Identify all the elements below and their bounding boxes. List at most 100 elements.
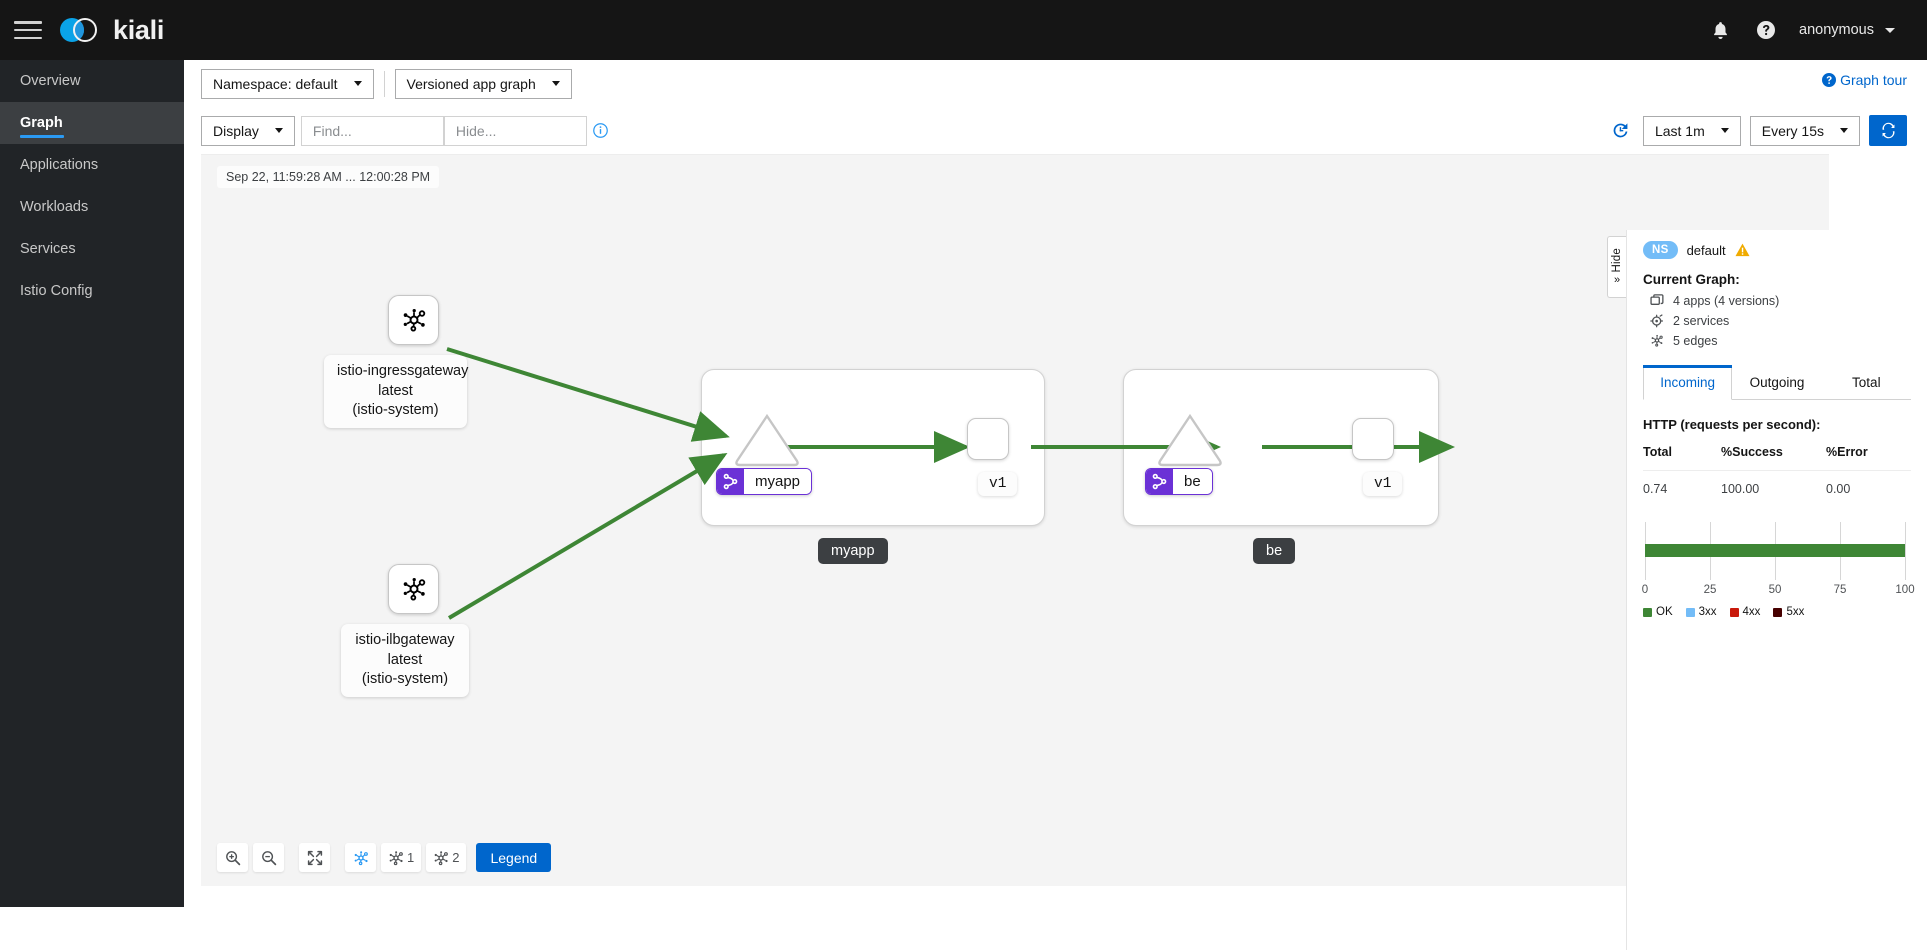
virtual-service-route-icon <box>717 469 744 494</box>
stat-services: 2 services <box>1643 314 1911 328</box>
graph-type-select[interactable]: Versioned app graph <box>394 68 572 99</box>
version-label-be-v1: v1 <box>1363 472 1403 496</box>
display-select[interactable]: Display <box>201 115 295 146</box>
http-status-bar-chart: 0 25 50 75 100 OK 3xx 4xx 5xx <box>1642 522 1915 618</box>
legend-item-4xx[interactable]: 4xx <box>1729 606 1761 618</box>
namespace-header: NS default <box>1643 230 1911 272</box>
metric-value-total: 0.74 <box>1643 470 1721 496</box>
graph-toolbar-primary: Namespace: default Versioned app graph G… <box>184 60 1927 107</box>
sidebar-item-workloads[interactable]: Workloads <box>0 186 184 228</box>
chart-xtick-label: 0 <box>1641 584 1649 596</box>
stat-apps: 4 apps (4 versions) <box>1643 294 1911 308</box>
metric-header-error: %Error <box>1826 445 1868 459</box>
sidebar-item-overview[interactable]: Overview <box>0 60 184 102</box>
version-label-myapp-v1: v1 <box>978 472 1018 496</box>
kiali-logo-icon <box>60 15 104 45</box>
legend-label: OK <box>1656 606 1673 618</box>
group-label-be: be <box>1253 538 1296 564</box>
hide-panel-label: Hide <box>1611 248 1623 273</box>
ns-badge: NS <box>1643 241 1678 259</box>
topology-mesh-icon <box>403 578 425 601</box>
legend-button[interactable]: Legend <box>476 843 552 872</box>
legend-swatch <box>1685 607 1695 617</box>
app-badge-label: be <box>1173 469 1212 494</box>
edge-ilbgateway-to-myapp[interactable] <box>447 452 728 620</box>
layout-1-button[interactable]: 1 <box>381 843 422 872</box>
toolbar-divider <box>383 70 385 97</box>
sidebar-item-applications[interactable]: Applications <box>0 144 184 186</box>
tab-incoming[interactable]: Incoming <box>1643 365 1733 400</box>
warning-triangle-icon[interactable] <box>1735 243 1750 257</box>
history-replay-icon[interactable] <box>1608 117 1634 145</box>
duration-select[interactable]: Last 1m <box>1642 115 1741 146</box>
tab-outgoing[interactable]: Outgoing <box>1732 365 1821 399</box>
refresh-button[interactable] <box>1869 115 1907 146</box>
sidebar-item-istio-config[interactable]: Istio Config <box>0 270 184 312</box>
layout-2-button[interactable]: 2 <box>426 843 467 872</box>
edge-ingressgateway-to-myapp[interactable] <box>446 347 730 442</box>
hide-input[interactable] <box>443 115 587 146</box>
zoom-out-icon <box>261 850 276 865</box>
hamburger-icon[interactable] <box>14 19 42 41</box>
legend-item-OK[interactable]: OK <box>1643 606 1673 618</box>
info-circle-icon[interactable] <box>587 117 615 145</box>
metric-value-error: 0.00 <box>1826 470 1911 496</box>
version-node-be-v1[interactable] <box>1352 418 1394 460</box>
user-menu[interactable]: anonymous <box>1791 14 1905 46</box>
node-istio-ilbgateway[interactable] <box>388 564 439 614</box>
sidebar-item-label: Applications <box>20 157 99 173</box>
sync-refresh-icon <box>1881 122 1895 139</box>
tab-total[interactable]: Total <box>1822 365 1911 399</box>
namespace-select-label: Namespace: default <box>213 75 338 92</box>
legend-swatch <box>1729 607 1739 617</box>
cytoscape-graph[interactable]: Sep 22, 11:59:28 AM ... 12:00:28 PM isti… <box>201 155 1829 886</box>
graph-tour-link[interactable]: Graph tour <box>1822 72 1907 88</box>
layout-default-button[interactable] <box>345 843 376 872</box>
chart-legend: OK 3xx 4xx 5xx <box>1643 606 1911 618</box>
chart-plot-area: 0 25 50 75 100 <box>1642 522 1915 596</box>
refresh-interval-select[interactable]: Every 15s <box>1749 115 1860 146</box>
sidebar-item-label: Workloads <box>20 199 89 215</box>
sidebar-item-services[interactable]: Services <box>0 228 184 270</box>
metric-header-success: %Success <box>1721 445 1783 459</box>
graph-canvas-container[interactable]: Sep 22, 11:59:28 AM ... 12:00:28 PM isti… <box>201 154 1829 886</box>
topology-layout-icon <box>389 850 403 865</box>
node-istio-ingressgateway[interactable] <box>388 295 439 345</box>
service-node-myapp[interactable] <box>733 411 801 467</box>
zoom-in-button[interactable] <box>217 843 248 872</box>
current-graph-title: Current Graph: <box>1643 272 1740 287</box>
app-badge-myapp[interactable]: myapp <box>716 468 813 495</box>
bell-icon[interactable] <box>1699 9 1741 51</box>
help-circle-icon[interactable] <box>1745 9 1787 51</box>
legend-item-5xx[interactable]: 5xx <box>1773 606 1804 618</box>
chart-bar-OK[interactable] <box>1645 544 1905 557</box>
layout-2-label: 2 <box>452 850 460 865</box>
chart-xtick-label: 25 <box>1703 584 1717 596</box>
user-name-label: anonymous <box>1799 22 1874 38</box>
app-badge-be[interactable]: be <box>1145 468 1213 495</box>
virtual-service-route-icon <box>1146 469 1173 494</box>
traffic-direction-tabs: Incoming Outgoing Total <box>1643 365 1911 400</box>
metric-header-total: Total <box>1643 445 1672 459</box>
duration-select-label: Last 1m <box>1654 122 1705 139</box>
kiali-brand[interactable]: kiali <box>60 15 164 45</box>
refresh-interval-select-label: Every 15s <box>1761 122 1824 139</box>
legend-item-3xx[interactable]: 3xx <box>1685 606 1717 618</box>
find-input[interactable] <box>300 115 444 146</box>
chart-xtick-label: 100 <box>1895 584 1915 596</box>
stat-apps-label: 4 apps (4 versions) <box>1673 294 1780 308</box>
sidebar-item-label: Graph <box>20 115 63 131</box>
zoom-in-icon <box>225 850 240 865</box>
graph-controls-toolbar: 1 2 Legend <box>217 843 552 872</box>
service-node-be[interactable] <box>1156 411 1224 467</box>
legend-label: 4xx <box>1742 606 1761 618</box>
graph-tour-label: Graph tour <box>1840 72 1907 88</box>
applications-icon <box>1649 294 1664 308</box>
version-node-myapp-v1[interactable] <box>967 418 1009 460</box>
namespace-select[interactable]: Namespace: default <box>201 68 374 99</box>
sidebar-item-graph[interactable]: Graph <box>0 102 184 144</box>
hide-panel-toggle[interactable]: Hide » <box>1607 236 1626 298</box>
zoom-out-button[interactable] <box>253 843 284 872</box>
fit-to-screen-button[interactable] <box>299 843 330 872</box>
chart-gridline <box>1905 522 1906 580</box>
